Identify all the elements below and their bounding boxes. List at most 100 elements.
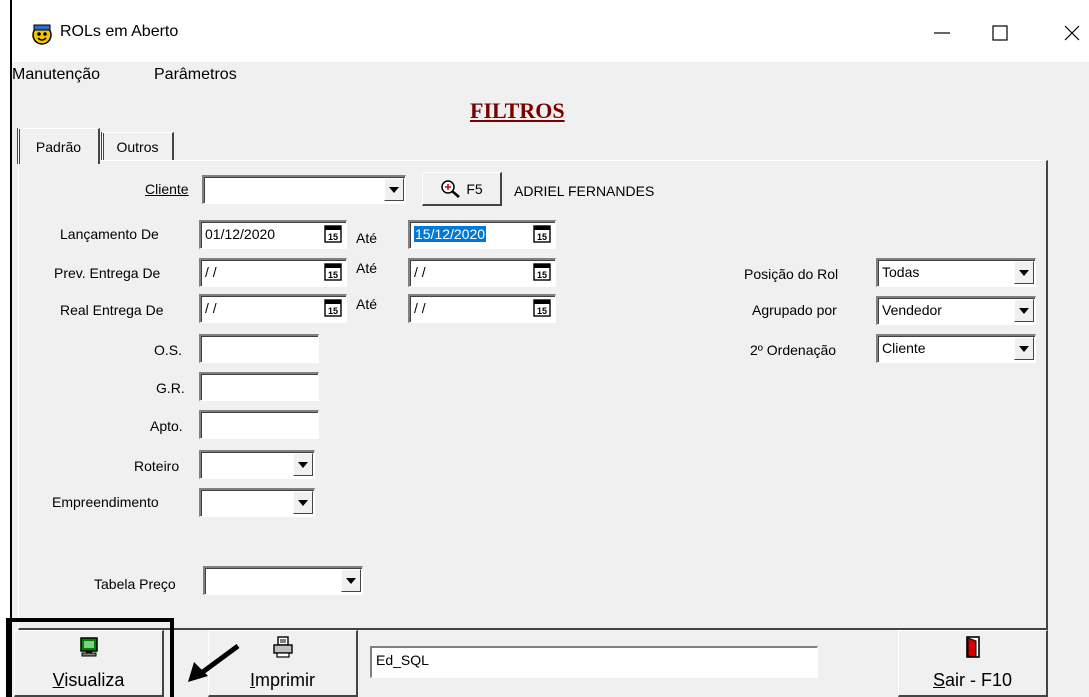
svg-text:15: 15	[537, 232, 547, 242]
real-entrega-ate-calendar-button[interactable]: 15	[533, 299, 551, 317]
tab-padrao[interactable]: Padrão	[18, 128, 100, 164]
agrupado-por-dropdown-button[interactable]	[1014, 299, 1034, 322]
cliente-dropdown-button[interactable]	[384, 178, 404, 201]
chevron-down-icon	[346, 577, 356, 584]
sair-label: Sair - F10	[899, 670, 1046, 691]
lookup-button-label: F5	[466, 180, 483, 197]
svg-text:15: 15	[328, 306, 338, 316]
lancamento-de-value: 01/12/2020	[205, 226, 276, 242]
visualiza-label-rest: isualiza	[64, 670, 125, 690]
tabela-preco-dropdown-button[interactable]	[341, 569, 361, 592]
sair-mnemonic: S	[932, 670, 945, 690]
svg-text:15: 15	[328, 270, 338, 280]
cliente-lookup-button[interactable]: F5	[422, 172, 502, 206]
calendar-icon: 15	[324, 263, 342, 281]
cliente-name: ADRIEL FERNANDES	[514, 183, 655, 199]
posicao-rol-label: Posição do Rol	[744, 266, 839, 282]
apto-label: Apto.	[150, 418, 183, 434]
calendar-icon: 15	[533, 299, 551, 317]
sair-button[interactable]: Sair - F10	[898, 630, 1048, 697]
tabela-preco-select[interactable]	[203, 566, 363, 595]
prev-entrega-ate-value: / /	[414, 264, 426, 280]
prev-entrega-de-calendar-button[interactable]: 15	[324, 263, 342, 281]
arrow-annotation-icon	[188, 643, 240, 682]
empreendimento-select[interactable]	[199, 488, 315, 517]
tab-outros-label: Outros	[116, 138, 159, 155]
chevron-down-icon	[1019, 269, 1029, 276]
ordenacao-select[interactable]: Cliente	[876, 334, 1036, 363]
window-title: ROLs em Aberto	[60, 23, 179, 40]
sair-label-rest: air - F10	[944, 670, 1013, 690]
calendar-icon: 15	[533, 263, 551, 281]
os-input[interactable]	[199, 334, 319, 363]
cliente-label: Cliente	[145, 181, 189, 197]
monitor-icon	[79, 637, 98, 657]
posicao-rol-select[interactable]: Todas	[876, 258, 1036, 287]
tab-padrao-label: Padrão	[35, 138, 82, 155]
ordenacao-value: Cliente	[882, 340, 926, 356]
sql-field-value: Ed_SQL	[376, 652, 429, 668]
cliente-label-text: Cliente	[145, 181, 189, 197]
search-icon	[441, 179, 461, 198]
real-entrega-de-input[interactable]: / / 15	[199, 294, 347, 323]
menu-manutencao[interactable]: Manutenção	[12, 66, 100, 84]
tab-outros[interactable]: Outros	[102, 132, 174, 160]
empreendimento-label: Empreendimento	[52, 494, 159, 510]
maximize-button[interactable]	[970, 12, 1030, 54]
visualiza-mnemonic: V	[52, 670, 65, 690]
app-window: ROLs em Aberto Manutenção Parâmetros FIL…	[0, 0, 1089, 697]
chevron-down-icon	[298, 461, 308, 468]
ordenacao-label: 2º Ordenação	[750, 342, 837, 358]
tabela-preco-label: Tabela Preço	[94, 576, 176, 592]
lancamento-de-calendar-button[interactable]: 15	[324, 225, 342, 243]
printer-icon	[272, 636, 293, 658]
calendar-icon: 15	[324, 225, 342, 243]
client-area: FILTROS Padrão Outros Cliente F5 ADRIEL …	[12, 90, 1089, 697]
cliente-select[interactable]	[202, 175, 406, 204]
real-entrega-label: Real Entrega De	[60, 302, 164, 318]
roteiro-dropdown-button[interactable]	[293, 453, 313, 476]
prev-entrega-label: Prev. Entrega De	[54, 265, 161, 281]
posicao-rol-value: Todas	[882, 264, 920, 280]
posicao-rol-dropdown-button[interactable]	[1014, 261, 1034, 284]
apto-input[interactable]	[199, 410, 319, 439]
agrupado-por-label: Agrupado por	[752, 302, 837, 318]
minimize-button[interactable]	[912, 12, 972, 54]
real-entrega-ate-input[interactable]: / / 15	[408, 294, 556, 323]
prev-entrega-de-input[interactable]: / / 15	[199, 258, 347, 287]
prev-entrega-ate-calendar-button[interactable]: 15	[533, 263, 551, 281]
lancamento-ate-value: 15/12/2020	[414, 226, 487, 242]
roteiro-select[interactable]	[199, 450, 315, 479]
prev-entrega-de-value: / /	[205, 264, 217, 280]
page-title: FILTROS	[470, 98, 565, 123]
exit-door-icon	[965, 636, 980, 658]
menu-parametros[interactable]: Parâmetros	[154, 66, 237, 84]
lancamento-de-input[interactable]: 01/12/2020 15	[199, 220, 347, 249]
lancamento-ate-calendar-button[interactable]: 15	[533, 225, 551, 243]
real-entrega-de-value: / /	[205, 300, 217, 316]
calendar-icon: 15	[533, 225, 551, 243]
title-bar[interactable]: ROLs em Aberto	[12, 0, 1089, 62]
sql-field[interactable]: Ed_SQL	[370, 646, 818, 678]
chevron-down-icon	[1019, 345, 1029, 352]
svg-text:15: 15	[328, 232, 338, 242]
imprimir-label-rest: mprimir	[255, 670, 315, 690]
visualiza-button[interactable]: Visualiza	[14, 630, 164, 697]
close-button[interactable]	[1042, 12, 1089, 54]
agrupado-por-value: Vendedor	[882, 302, 942, 318]
empreendimento-dropdown-button[interactable]	[293, 491, 313, 514]
lancamento-ate-label: Até	[356, 230, 378, 246]
agrupado-por-select[interactable]: Vendedor	[876, 296, 1036, 325]
gr-label: G.R.	[156, 380, 185, 396]
close-icon	[1064, 25, 1080, 41]
gr-input[interactable]	[199, 372, 319, 401]
svg-text:15: 15	[537, 270, 547, 280]
calendar-icon: 15	[324, 299, 342, 317]
real-entrega-de-calendar-button[interactable]: 15	[324, 299, 342, 317]
lancamento-label: Lançamento De	[60, 226, 159, 242]
app-icon	[32, 24, 52, 45]
lancamento-ate-input[interactable]: 15/12/2020 15	[408, 220, 556, 249]
ordenacao-dropdown-button[interactable]	[1014, 337, 1034, 360]
prev-entrega-ate-input[interactable]: / / 15	[408, 258, 556, 287]
real-entrega-ate-value: / /	[414, 300, 426, 316]
